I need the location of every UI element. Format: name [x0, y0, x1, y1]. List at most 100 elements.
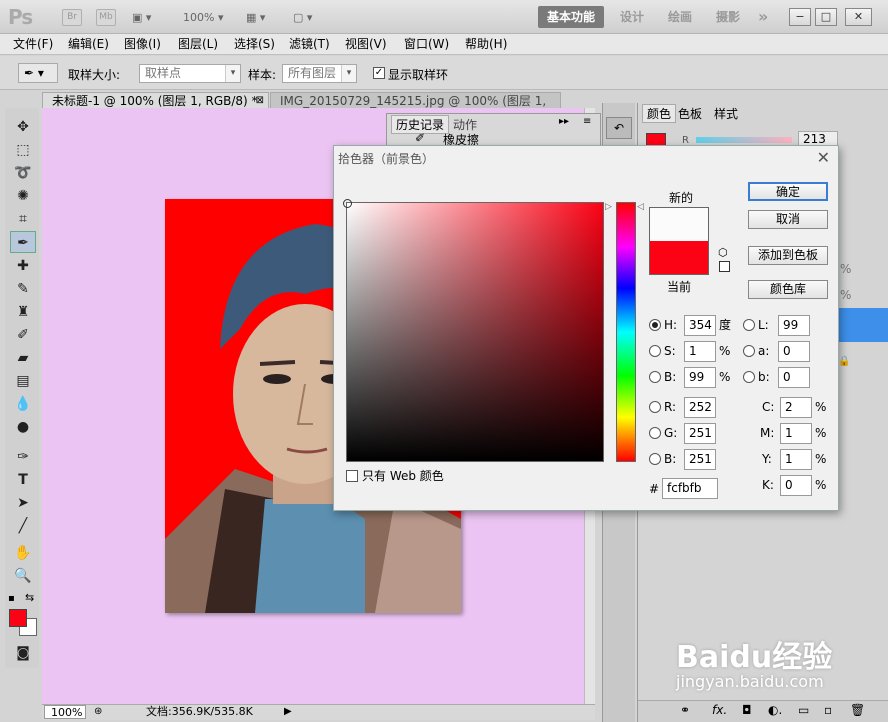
- radio-r[interactable]: [649, 401, 661, 413]
- radio-blue[interactable]: [649, 453, 661, 465]
- radio-h[interactable]: [649, 319, 661, 331]
- radio-b[interactable]: [649, 371, 661, 383]
- opacity-field[interactable]: %: [840, 262, 851, 276]
- tab-untitled-1[interactable]: 未标题-1 @ 100% (图层 1, RGB/8) * ⊠: [42, 92, 269, 109]
- field-m[interactable]: 1: [780, 423, 812, 444]
- tab-color[interactable]: 颜色: [642, 104, 677, 123]
- r-slider[interactable]: [696, 137, 792, 143]
- workspace-essentials[interactable]: 基本功能: [538, 6, 604, 28]
- hue-slider-right-handle-icon[interactable]: ◁: [637, 202, 644, 212]
- show-ring-checkbox[interactable]: ✓: [373, 67, 385, 79]
- cancel-button[interactable]: 取消: [748, 210, 828, 229]
- mini-bridge-button[interactable]: Mb: [96, 9, 116, 26]
- radio-a[interactable]: [743, 345, 755, 357]
- status-zoom[interactable]: 100%: [44, 705, 86, 719]
- move-tool-icon[interactable]: ✥: [10, 116, 36, 138]
- zoom-tool-icon[interactable]: 🔍: [10, 565, 36, 587]
- zoom-level-dropdown[interactable]: 100% ▾: [183, 8, 237, 27]
- menu-window[interactable]: 窗口(W): [404, 37, 449, 52]
- hue-slider-left-handle-icon[interactable]: ▷: [605, 202, 612, 212]
- field-lab-b[interactable]: 0: [778, 367, 810, 388]
- field-c[interactable]: 2: [780, 397, 812, 418]
- workspace-design[interactable]: 设计: [620, 8, 644, 26]
- web-colors-checkbox[interactable]: [346, 470, 358, 482]
- stamp-tool-icon[interactable]: ♜: [10, 301, 36, 323]
- path-select-tool-icon[interactable]: ➤: [10, 492, 36, 514]
- pen-tool-icon[interactable]: ✑: [10, 446, 36, 468]
- tab-swatches[interactable]: 色板: [678, 105, 702, 122]
- menu-edit[interactable]: 编辑(E): [68, 37, 109, 52]
- field-s[interactable]: 1: [684, 341, 716, 362]
- web-safe-swatch-icon[interactable]: [719, 261, 730, 272]
- type-tool-icon[interactable]: T: [10, 469, 36, 491]
- color-picker-cursor[interactable]: [343, 199, 352, 208]
- foreground-color-swatch[interactable]: [9, 609, 27, 627]
- menu-layer[interactable]: 图层(L): [178, 37, 218, 52]
- folder-icon[interactable]: ▭: [798, 703, 809, 717]
- view-extras-dropdown[interactable]: ▣ ▾: [132, 8, 166, 27]
- crop-tool-icon[interactable]: ⌗: [10, 208, 36, 230]
- add-to-swatches-button[interactable]: 添加到色板: [748, 246, 828, 265]
- bridge-button[interactable]: Br: [62, 9, 82, 26]
- radio-g[interactable]: [649, 427, 661, 439]
- lasso-tool-icon[interactable]: ➰: [10, 162, 36, 184]
- menu-help[interactable]: 帮助(H): [465, 37, 507, 52]
- menu-file[interactable]: 文件(F): [13, 37, 53, 52]
- field-blue[interactable]: 251: [684, 449, 716, 470]
- default-colors-icon[interactable]: ▪: [8, 593, 15, 604]
- adjustment-icon[interactable]: ◐.: [768, 703, 782, 717]
- hand-tool-icon[interactable]: ✋: [10, 542, 36, 564]
- field-a[interactable]: 0: [778, 341, 810, 362]
- status-menu-icon[interactable]: ⊛: [94, 705, 102, 719]
- field-y[interactable]: 1: [780, 449, 812, 470]
- history-dock-icon[interactable]: ↶: [606, 117, 632, 139]
- line-tool-icon[interactable]: ╱: [10, 515, 36, 537]
- out-of-gamut-cube-icon[interactable]: ⬡: [718, 246, 728, 259]
- history-brush-tool-icon[interactable]: ✐: [10, 324, 36, 346]
- workspace-painting[interactable]: 绘画: [668, 8, 692, 26]
- field-g[interactable]: 251: [684, 423, 716, 444]
- field-r[interactable]: 252: [684, 397, 716, 418]
- hex-field[interactable]: fcfbfb: [662, 478, 718, 499]
- healing-tool-icon[interactable]: ✚: [10, 255, 36, 277]
- workspace-photography[interactable]: 摄影: [716, 8, 740, 26]
- eraser-tool-icon[interactable]: ▰: [10, 347, 36, 369]
- brush-tool-icon[interactable]: ✎: [10, 278, 36, 300]
- mask-icon[interactable]: ◘: [742, 703, 752, 717]
- field-k[interactable]: 0: [780, 475, 812, 496]
- sample-size-select[interactable]: 取样点 ▾: [139, 64, 241, 83]
- screen-mode-dropdown[interactable]: ▢ ▾: [293, 8, 327, 27]
- quick-mask-icon[interactable]: ◙: [10, 642, 36, 664]
- current-color-swatch[interactable]: [650, 241, 708, 274]
- link-icon[interactable]: ⚭: [680, 703, 690, 717]
- radio-s[interactable]: [649, 345, 661, 357]
- field-l[interactable]: 99: [778, 315, 810, 336]
- menu-filter[interactable]: 滤镜(T): [289, 37, 330, 52]
- tab-styles[interactable]: 样式: [714, 105, 738, 122]
- saturation-brightness-field[interactable]: [343, 199, 604, 462]
- dialog-close-icon[interactable]: ✕: [817, 148, 830, 167]
- close-icon[interactable]: ⊠: [256, 93, 264, 109]
- panel-menu-icon[interactable]: ≡: [583, 116, 591, 127]
- workspace-more-icon[interactable]: »: [758, 8, 768, 26]
- field-h[interactable]: 354: [684, 315, 716, 336]
- tool-preset-picker[interactable]: ✒ ▾: [18, 63, 58, 83]
- layer-row-selected[interactable]: [838, 308, 888, 342]
- sample-select[interactable]: 所有图层 ▾: [282, 64, 357, 83]
- fill-field[interactable]: %: [840, 288, 851, 302]
- radio-lab-b[interactable]: [743, 371, 755, 383]
- quick-select-tool-icon[interactable]: ✺: [10, 185, 36, 207]
- panel-collapse-icon[interactable]: ▸▸: [559, 116, 569, 127]
- field-b[interactable]: 99: [684, 367, 716, 388]
- fx-icon[interactable]: fx.: [712, 703, 727, 717]
- color-libraries-button[interactable]: 颜色库: [748, 280, 828, 299]
- ok-button[interactable]: 确定: [748, 182, 828, 201]
- marquee-tool-icon[interactable]: ⬚: [10, 139, 36, 161]
- new-layer-icon[interactable]: ▫: [824, 703, 832, 717]
- status-arrow-icon[interactable]: ▶: [284, 705, 292, 719]
- eyedropper-tool-icon[interactable]: ✒: [10, 231, 36, 253]
- minimize-button[interactable]: −: [789, 8, 811, 26]
- swap-colors-icon[interactable]: ⇆: [25, 591, 34, 604]
- tab-img-20150729[interactable]: IMG_20150729_145215.jpg @ 100% (图层 1, ..…: [270, 92, 561, 124]
- trash-icon[interactable]: 🗑: [850, 703, 865, 717]
